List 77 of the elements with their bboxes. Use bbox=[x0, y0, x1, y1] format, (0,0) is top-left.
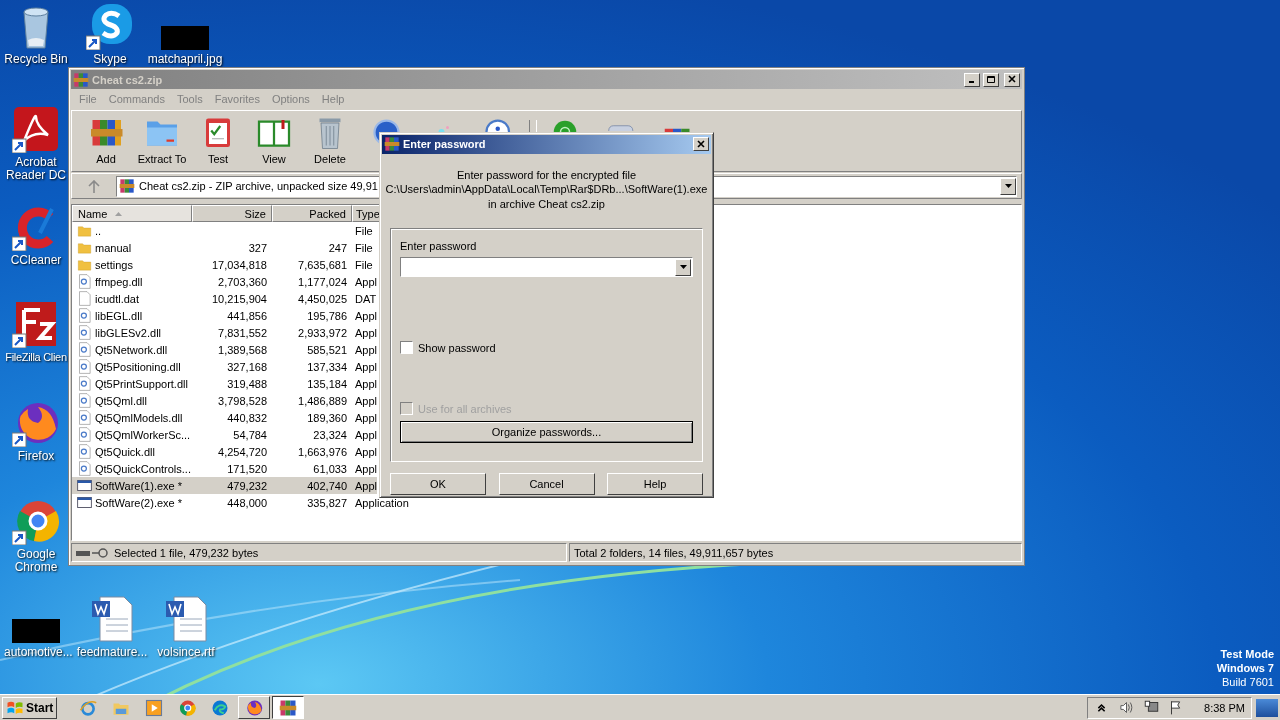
size-cell-text: 327 bbox=[247, 241, 268, 254]
packed-cell-text: 61,033 bbox=[312, 462, 348, 475]
file-name: Qt5QuickControls... bbox=[95, 462, 191, 475]
file-name: Qt5Qml.dll bbox=[95, 394, 147, 407]
file-name: ffmpeg.dll bbox=[95, 275, 143, 288]
dialog-title: Enter password bbox=[403, 138, 487, 151]
file-name: Qt5QmlWorkerSc... bbox=[95, 428, 191, 441]
type-cell-text: Appl bbox=[354, 326, 378, 339]
packed-cell-text: 402,740 bbox=[306, 479, 348, 492]
packed-cell-text: 2,933,972 bbox=[297, 326, 348, 339]
type-cell-text: Appl bbox=[354, 479, 378, 492]
type-cell-text: Application bbox=[354, 496, 409, 509]
size-cell-text: 319,488 bbox=[226, 377, 268, 390]
packed-cell-text: 195,786 bbox=[306, 309, 348, 322]
file-name: manual bbox=[95, 241, 132, 254]
packed-cell-text: 189,360 bbox=[306, 411, 348, 424]
type-cell-text: Appl bbox=[354, 309, 378, 322]
status-text: Selected 1 file, 479,232 bytes bbox=[114, 546, 259, 559]
file-name: libEGL.dll bbox=[95, 309, 143, 322]
size-cell-text: 171,520 bbox=[226, 462, 268, 475]
type-cell-text: Appl bbox=[354, 343, 378, 356]
packed-cell-text: 335,827 bbox=[306, 496, 348, 509]
dialog-message: C:\Users\admin\AppData\Local\Temp\Rar$DRb...\SoftWare(1).exe bbox=[385, 182, 708, 197]
type-cell-text: Appl bbox=[354, 394, 378, 407]
size-cell-text: 441,856 bbox=[226, 309, 268, 322]
file-name: Qt5Positioning.dll bbox=[95, 360, 181, 373]
file-name: Qt5QmlModels.dll bbox=[95, 411, 183, 424]
packed-cell-text: 585,521 bbox=[306, 343, 348, 356]
size-cell-text: 327,168 bbox=[226, 360, 268, 373]
size-cell-text: 7,831,552 bbox=[217, 326, 268, 339]
address-text: Cheat cs2.zip - ZIP archive, unpacked size 49,91 bbox=[139, 180, 378, 192]
packed-cell-text: 137,334 bbox=[306, 360, 348, 373]
status-text: Total 2 folders, 14 files, 49,911,657 bytes bbox=[574, 546, 774, 559]
type-cell-text: Appl bbox=[354, 462, 378, 475]
size-cell-text: 54,784 bbox=[232, 428, 268, 441]
size-cell-text: 2,703,360 bbox=[217, 275, 268, 288]
file-name: Qt5Quick.dll bbox=[95, 445, 155, 458]
type-cell-text: Appl bbox=[354, 377, 378, 390]
os-version-text: Build 7601 bbox=[1222, 675, 1274, 689]
file-name: SoftWare(2).exe * bbox=[95, 496, 182, 509]
packed-cell-text: 23,324 bbox=[312, 428, 348, 441]
field-label: Enter password bbox=[400, 240, 478, 253]
file-name: Qt5PrintSupport.dll bbox=[95, 377, 188, 390]
file-name: icudtl.dat bbox=[95, 292, 140, 305]
packed-cell-text: 4,450,025 bbox=[297, 292, 348, 305]
os-version-text: Windows 7 bbox=[1216, 661, 1274, 675]
type-cell-text: File bbox=[354, 241, 373, 254]
packed-cell-text: 1,486,889 bbox=[297, 394, 348, 407]
packed-cell-text: 247 bbox=[327, 241, 348, 254]
type-cell-text: Appl bbox=[354, 428, 378, 441]
file-name: SoftWare(1).exe * bbox=[95, 479, 182, 492]
size-cell-text: 1,389,568 bbox=[217, 343, 268, 356]
type-cell-text: DAT bbox=[354, 292, 377, 305]
type-cell-text: Appl bbox=[354, 411, 378, 424]
packed-cell-text: 7,635,681 bbox=[297, 258, 348, 271]
file-name: Qt5Network.dll bbox=[95, 343, 168, 356]
window-title: Cheat cs2.zip bbox=[92, 73, 164, 86]
type-cell-text: File bbox=[354, 258, 373, 271]
size-cell-text: 4,254,720 bbox=[217, 445, 268, 458]
file-name: libGLESv2.dll bbox=[95, 326, 162, 339]
type-cell-text: Appl bbox=[354, 275, 378, 288]
file-name: settings bbox=[95, 258, 133, 271]
size-cell-text: 17,034,818 bbox=[210, 258, 268, 271]
packed-cell-text: 1,663,976 bbox=[297, 445, 348, 458]
dialog-message: in archive Cheat cs2.zip bbox=[488, 196, 605, 212]
type-cell-text: File bbox=[354, 224, 373, 237]
size-cell-text: 3,798,528 bbox=[217, 394, 268, 407]
size-cell-text: 448,000 bbox=[226, 496, 268, 509]
size-cell-text: 479,232 bbox=[226, 479, 268, 492]
size-cell-text: 10,215,904 bbox=[210, 292, 268, 305]
type-cell-text: Appl bbox=[354, 360, 378, 373]
file-name: .. bbox=[95, 224, 102, 237]
os-version-text: Test Mode bbox=[1220, 647, 1274, 661]
type-cell-text: Appl bbox=[354, 445, 378, 458]
size-cell-text: 440,832 bbox=[226, 411, 268, 424]
packed-cell-text: 135,184 bbox=[306, 377, 348, 390]
packed-cell-text: 1,177,024 bbox=[297, 275, 348, 288]
